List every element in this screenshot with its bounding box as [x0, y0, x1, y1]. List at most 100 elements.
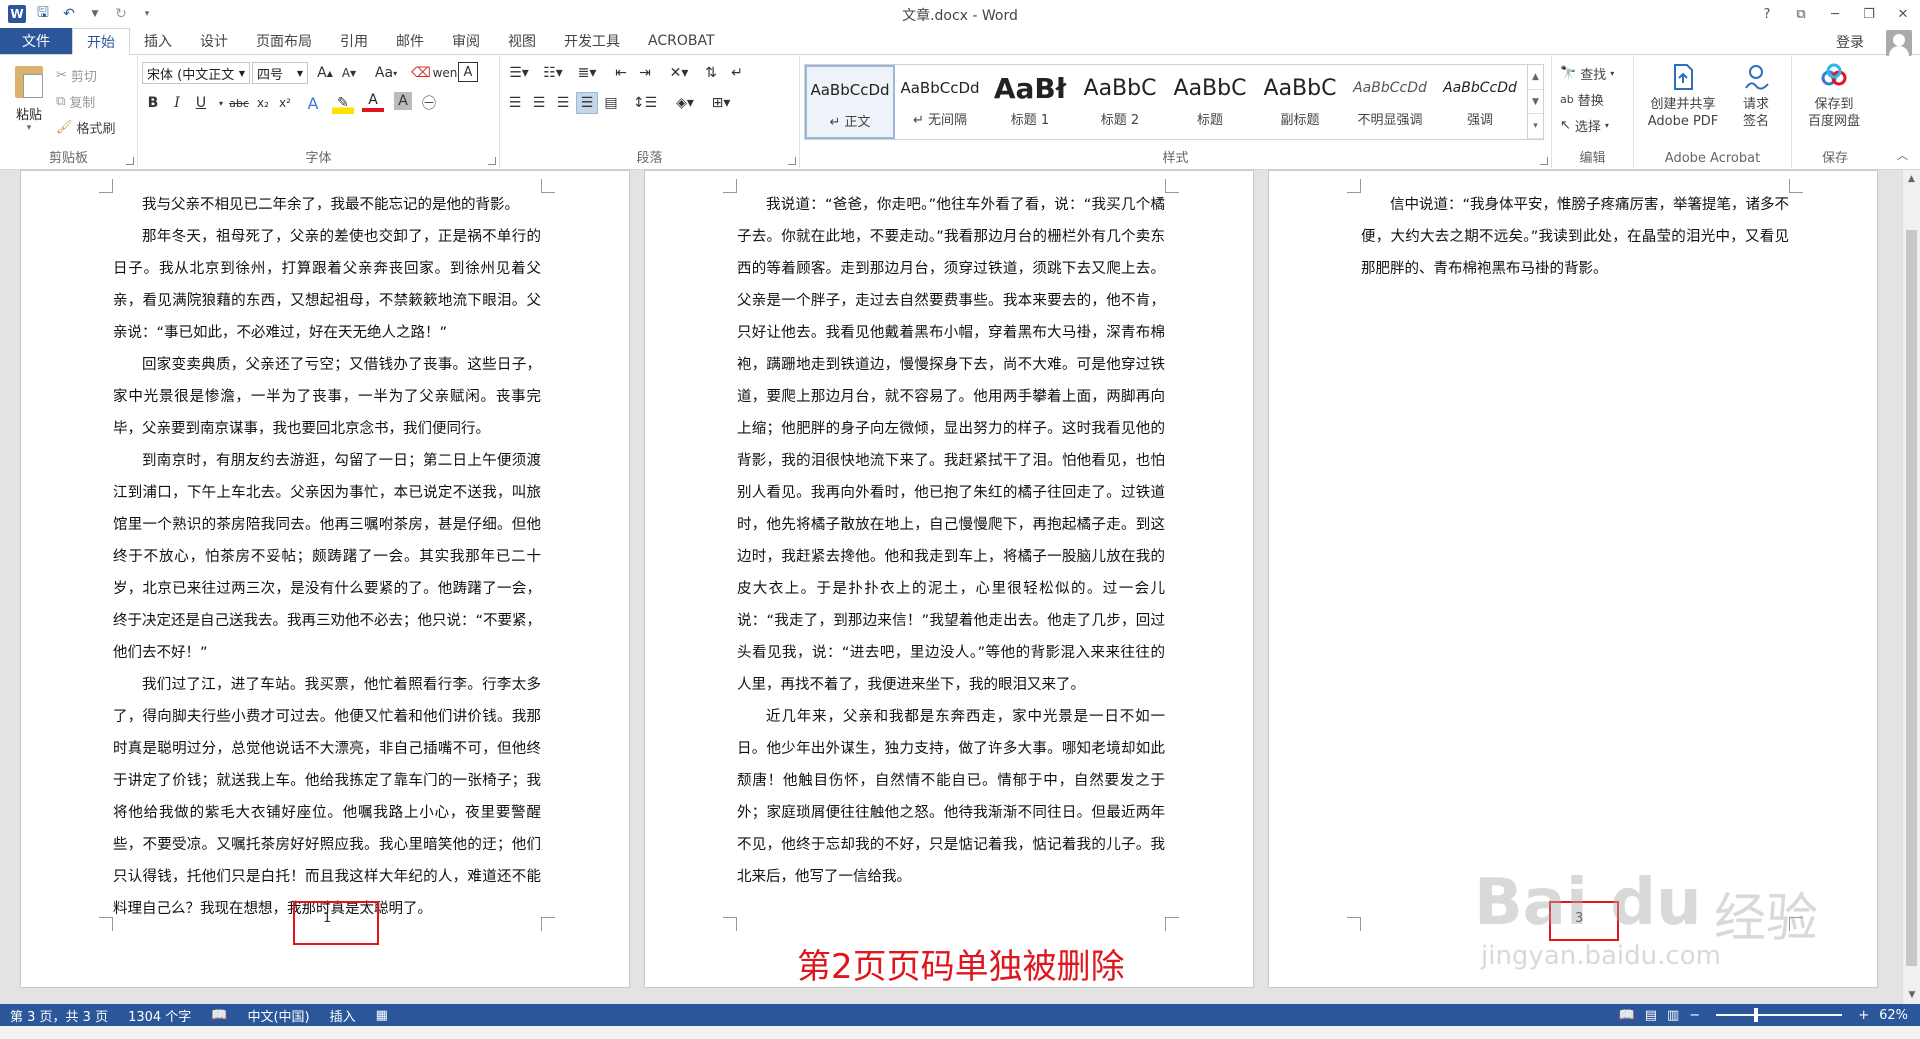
collapse-ribbon-icon[interactable]: ︿ — [1897, 147, 1908, 163]
paragraph[interactable]: 信中说道：“我身体平安，惟膀子疼痛厉害，举箸提笔，诸多不便，大约大去之期不远矣。… — [1361, 189, 1789, 285]
style-title[interactable]: AaBbC 标题 — [1165, 65, 1255, 139]
page-3-body[interactable]: 信中说道：“我身体平安，惟膀子疼痛厉害，举箸提笔，诸多不便，大约大去之期不远矣。… — [1361, 189, 1789, 285]
show-marks-icon[interactable]: ↵ — [726, 62, 748, 84]
tab-mailings[interactable]: 邮件 — [382, 28, 438, 54]
zoom-level[interactable]: 62% — [1879, 1008, 1908, 1023]
tab-view[interactable]: 视图 — [494, 28, 550, 54]
multilevel-list-icon[interactable]: ≣▾ — [572, 62, 602, 84]
character-border-icon[interactable]: A — [458, 62, 478, 82]
ribbon-display-button[interactable]: ⧉ — [1784, 0, 1818, 28]
style-subtle-emphasis[interactable]: AaBbCcDd 不明显强调 — [1345, 65, 1435, 139]
distributed-icon[interactable]: ▤ — [600, 92, 622, 114]
print-layout-icon[interactable]: ▤ — [1645, 1008, 1657, 1023]
paragraph[interactable]: 我们过了江，进了车站。我买票，他忙着照看行李。行李太多了，得向脚夫行些小费才可过… — [113, 669, 541, 925]
paragraph[interactable]: 近几年来，父亲和我都是东奔西走，家中光景是一日不如一日。他少年出外谋生，独力支持… — [737, 701, 1165, 893]
sort-icon[interactable]: ⇅ — [700, 62, 722, 84]
scroll-down-icon[interactable]: ▼ — [1528, 90, 1543, 115]
web-layout-icon[interactable]: ▥ — [1667, 1008, 1679, 1023]
align-left-icon[interactable]: ☰ — [504, 92, 526, 114]
italic-icon[interactable]: I — [166, 92, 188, 114]
bullets-icon[interactable]: ☰▾ — [504, 62, 534, 84]
save-to-baidu-button[interactable]: 保存到 百度网盘 — [1796, 62, 1872, 130]
align-center-icon[interactable]: ☰ — [528, 92, 550, 114]
numbering-icon[interactable]: ☷▾ — [538, 62, 568, 84]
page-3[interactable]: 信中说道：“我身体平安，惟膀子疼痛厉害，举箸提笔，诸多不便，大约大去之期不远矣。… — [1268, 170, 1878, 988]
undo-icon[interactable]: ↶ — [60, 5, 78, 23]
word-app-icon[interactable]: W — [8, 5, 26, 23]
scroll-down-icon[interactable]: ▼ — [1903, 986, 1920, 1004]
phonetic-guide-icon[interactable]: wen — [433, 62, 458, 84]
macro-record-icon[interactable]: ▦ — [366, 1008, 398, 1023]
style-heading-1[interactable]: AaBł 标题 1 — [985, 65, 1075, 139]
dropdown-arrow-icon[interactable]: ▼ — [86, 5, 104, 23]
chinese-layout-icon[interactable]: ✕▾ — [664, 62, 694, 84]
font-size-select[interactable]: 四号 ▼ — [252, 62, 308, 84]
tab-file[interactable]: 文件 — [0, 28, 72, 54]
tab-developer[interactable]: 开发工具 — [550, 28, 634, 54]
superscript-icon[interactable]: x² — [274, 92, 296, 114]
maximize-button[interactable]: ❐ — [1852, 0, 1886, 28]
text-effects-icon[interactable]: A — [302, 92, 324, 114]
style-heading-2[interactable]: AaBbC 标题 2 — [1075, 65, 1165, 139]
more-styles-icon[interactable]: ▾ — [1528, 114, 1543, 140]
paragraph[interactable]: 回家变卖典质，父亲还了亏空；又借钱办了丧事。这些日子，家中光景很是惨澹，一半为了… — [113, 349, 541, 445]
help-button[interactable]: ? — [1750, 0, 1784, 28]
page-count[interactable]: 第 3 页，共 3 页 — [0, 1006, 118, 1025]
document-area[interactable]: 我与父亲不相见已二年余了，我最不能忘记的是他的背影。 那年冬天，祖母死了，父亲的… — [0, 170, 1902, 1004]
grow-font-icon[interactable]: A ▲ — [314, 62, 336, 84]
paragraph[interactable]: 我说道：“爸爸，你走吧。”他往车外看了看，说：“我买几个橘子去。你就在此地，不要… — [737, 189, 1165, 701]
style-subtitle[interactable]: AaBbC 副标题 — [1255, 65, 1345, 139]
minimize-button[interactable]: ─ — [1818, 0, 1852, 28]
avatar[interactable] — [1886, 30, 1912, 56]
dialog-launcher-icon[interactable] — [488, 157, 496, 165]
zoom-slider[interactable] — [1716, 1008, 1843, 1022]
font-name-select[interactable]: 宋体 (中文正文 ▼ — [142, 62, 250, 84]
select-button[interactable]: ↖ 选择 ▾ — [1560, 114, 1609, 136]
close-button[interactable]: ✕ — [1886, 0, 1920, 28]
increase-indent-icon[interactable]: ⇥ — [634, 62, 656, 84]
style-emphasis[interactable]: AaBbCcDd 强调 — [1435, 65, 1525, 139]
dialog-launcher-icon[interactable] — [126, 157, 134, 165]
zoom-in-icon[interactable]: + — [1858, 1008, 1869, 1023]
vertical-scrollbar[interactable]: ▲ ▼ — [1902, 170, 1920, 1004]
paragraph[interactable]: 我与父亲不相见已二年余了，我最不能忘记的是他的背影。 — [113, 189, 541, 221]
page-1-body[interactable]: 我与父亲不相见已二年余了，我最不能忘记的是他的背影。 那年冬天，祖母死了，父亲的… — [113, 189, 541, 925]
shading-icon[interactable]: ◈▾ — [670, 92, 700, 114]
borders-icon[interactable]: ⊞▾ — [706, 92, 736, 114]
zoom-slider-thumb[interactable] — [1754, 1008, 1759, 1022]
tab-review[interactable]: 审阅 — [438, 28, 494, 54]
font-color-icon[interactable]: A — [362, 92, 384, 112]
scroll-up-icon[interactable]: ▲ — [1528, 65, 1543, 90]
customize-qat-icon[interactable]: ▾ — [138, 5, 156, 23]
tab-acrobat[interactable]: ACROBAT — [634, 28, 729, 54]
underline-icon[interactable]: U — [190, 92, 212, 114]
dialog-launcher-icon[interactable] — [788, 157, 796, 165]
decrease-indent-icon[interactable]: ⇤ — [610, 62, 632, 84]
tab-design[interactable]: 设计 — [186, 28, 242, 54]
language[interactable]: 中文(中国) — [237, 1006, 319, 1025]
insert-mode[interactable]: 插入 — [320, 1006, 366, 1025]
tab-home[interactable]: 开始 — [72, 28, 130, 55]
replace-button[interactable]: ab 替换 — [1560, 88, 1604, 110]
word-count[interactable]: 1304 个字 — [118, 1006, 201, 1025]
paste-button[interactable]: 粘贴 ▾ — [6, 62, 52, 142]
redo-icon[interactable]: ↻ — [112, 5, 130, 23]
justify-icon[interactable]: ☰ — [576, 92, 598, 114]
shrink-font-icon[interactable]: A ▼ — [338, 62, 360, 84]
request-signature-button[interactable]: 请求 签名 — [1734, 62, 1778, 130]
dialog-launcher-icon[interactable] — [1540, 157, 1548, 165]
scroll-thumb[interactable] — [1906, 230, 1917, 966]
format-painter-button[interactable]: 🖌 格式刷 — [56, 116, 116, 138]
paragraph[interactable]: 那年冬天，祖母死了，父亲的差使也交卸了，正是祸不单行的日子。我从北京到徐州，打算… — [113, 221, 541, 349]
enclose-characters-icon[interactable]: ㊀ — [418, 92, 440, 114]
paragraph[interactable]: 到南京时，有朋友约去游逛，勾留了一日；第二日上午便须渡江到浦口，下午上车北去。父… — [113, 445, 541, 669]
save-icon[interactable]: 🖫 — [34, 5, 52, 23]
line-spacing-icon[interactable]: ↕☰ — [630, 92, 660, 114]
login-link[interactable]: 登录 — [1836, 32, 1864, 52]
change-case-icon[interactable]: Aa ▾ — [370, 62, 402, 84]
page-2-body[interactable]: 我说道：“爸爸，你走吧。”他往车外看了看，说：“我买几个橘子去。你就在此地，不要… — [737, 189, 1165, 893]
clear-formatting-icon[interactable]: ⌫ — [410, 62, 432, 84]
page-1[interactable]: 我与父亲不相见已二年余了，我最不能忘记的是他的背影。 那年冬天，祖母死了，父亲的… — [20, 170, 630, 988]
character-shading-icon[interactable]: A — [394, 92, 412, 110]
create-pdf-button[interactable]: 创建并共享 Adobe PDF — [1642, 62, 1724, 130]
